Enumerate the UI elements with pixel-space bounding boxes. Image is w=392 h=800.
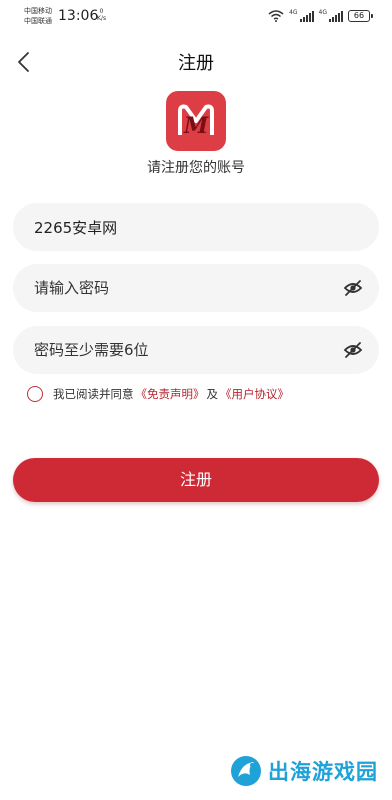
battery-icon: 66 xyxy=(348,10,373,22)
eye-off-icon[interactable] xyxy=(343,341,363,359)
subtitle: 请注册您的账号 xyxy=(147,160,245,176)
wifi-icon xyxy=(268,10,284,22)
app-logo-letter: M xyxy=(183,113,209,139)
agreement-radio[interactable] xyxy=(27,386,43,402)
watermark-text: 出海游戏园 xyxy=(268,760,378,784)
disclaimer-link[interactable]: 《免责声明》 xyxy=(136,386,205,402)
user-agreement-link[interactable]: 《用户协议》 xyxy=(220,386,289,402)
carrier-2: 中国联通 xyxy=(24,17,52,25)
clock: 13:06 xyxy=(58,8,99,24)
network-type-2: 4G xyxy=(318,9,327,16)
app-logo: M xyxy=(166,91,226,151)
net-speed-value: 0 xyxy=(99,8,104,15)
confirm-password-input[interactable] xyxy=(34,326,334,374)
agreement-prefix: 我已阅读并同意 xyxy=(53,387,134,401)
app-logo-icon: M xyxy=(178,104,214,139)
password-input[interactable] xyxy=(34,264,334,312)
agreement-row: 我已阅读并同意 《免责声明》 及 《用户协议》 xyxy=(27,386,289,402)
watermark-logo-icon xyxy=(231,756,261,786)
status-bar: 中国移动 中国联通 13:06 0 K/s 4G 4G 66 xyxy=(0,0,392,34)
username-input[interactable] xyxy=(34,203,334,251)
eye-off-icon[interactable] xyxy=(343,279,363,297)
carrier-info: 中国移动 中国联通 xyxy=(24,6,52,26)
page-title: 注册 xyxy=(178,53,214,74)
username-field xyxy=(13,203,379,251)
status-icons: 4G 4G 66 xyxy=(268,9,373,23)
confirm-password-field xyxy=(13,326,379,374)
network-type-1: 4G xyxy=(289,9,298,16)
agreement-conjunction: 及 xyxy=(206,387,219,401)
carrier-1: 中国移动 xyxy=(24,7,52,15)
net-speed: 0 K/s xyxy=(97,8,106,22)
watermark: 出海游戏园 xyxy=(228,753,378,789)
signal-icon-2 xyxy=(329,10,343,22)
password-field xyxy=(13,264,379,312)
register-button[interactable]: 注册 xyxy=(13,458,379,502)
signal-icon xyxy=(299,10,314,22)
net-speed-unit: K/s xyxy=(97,15,107,22)
